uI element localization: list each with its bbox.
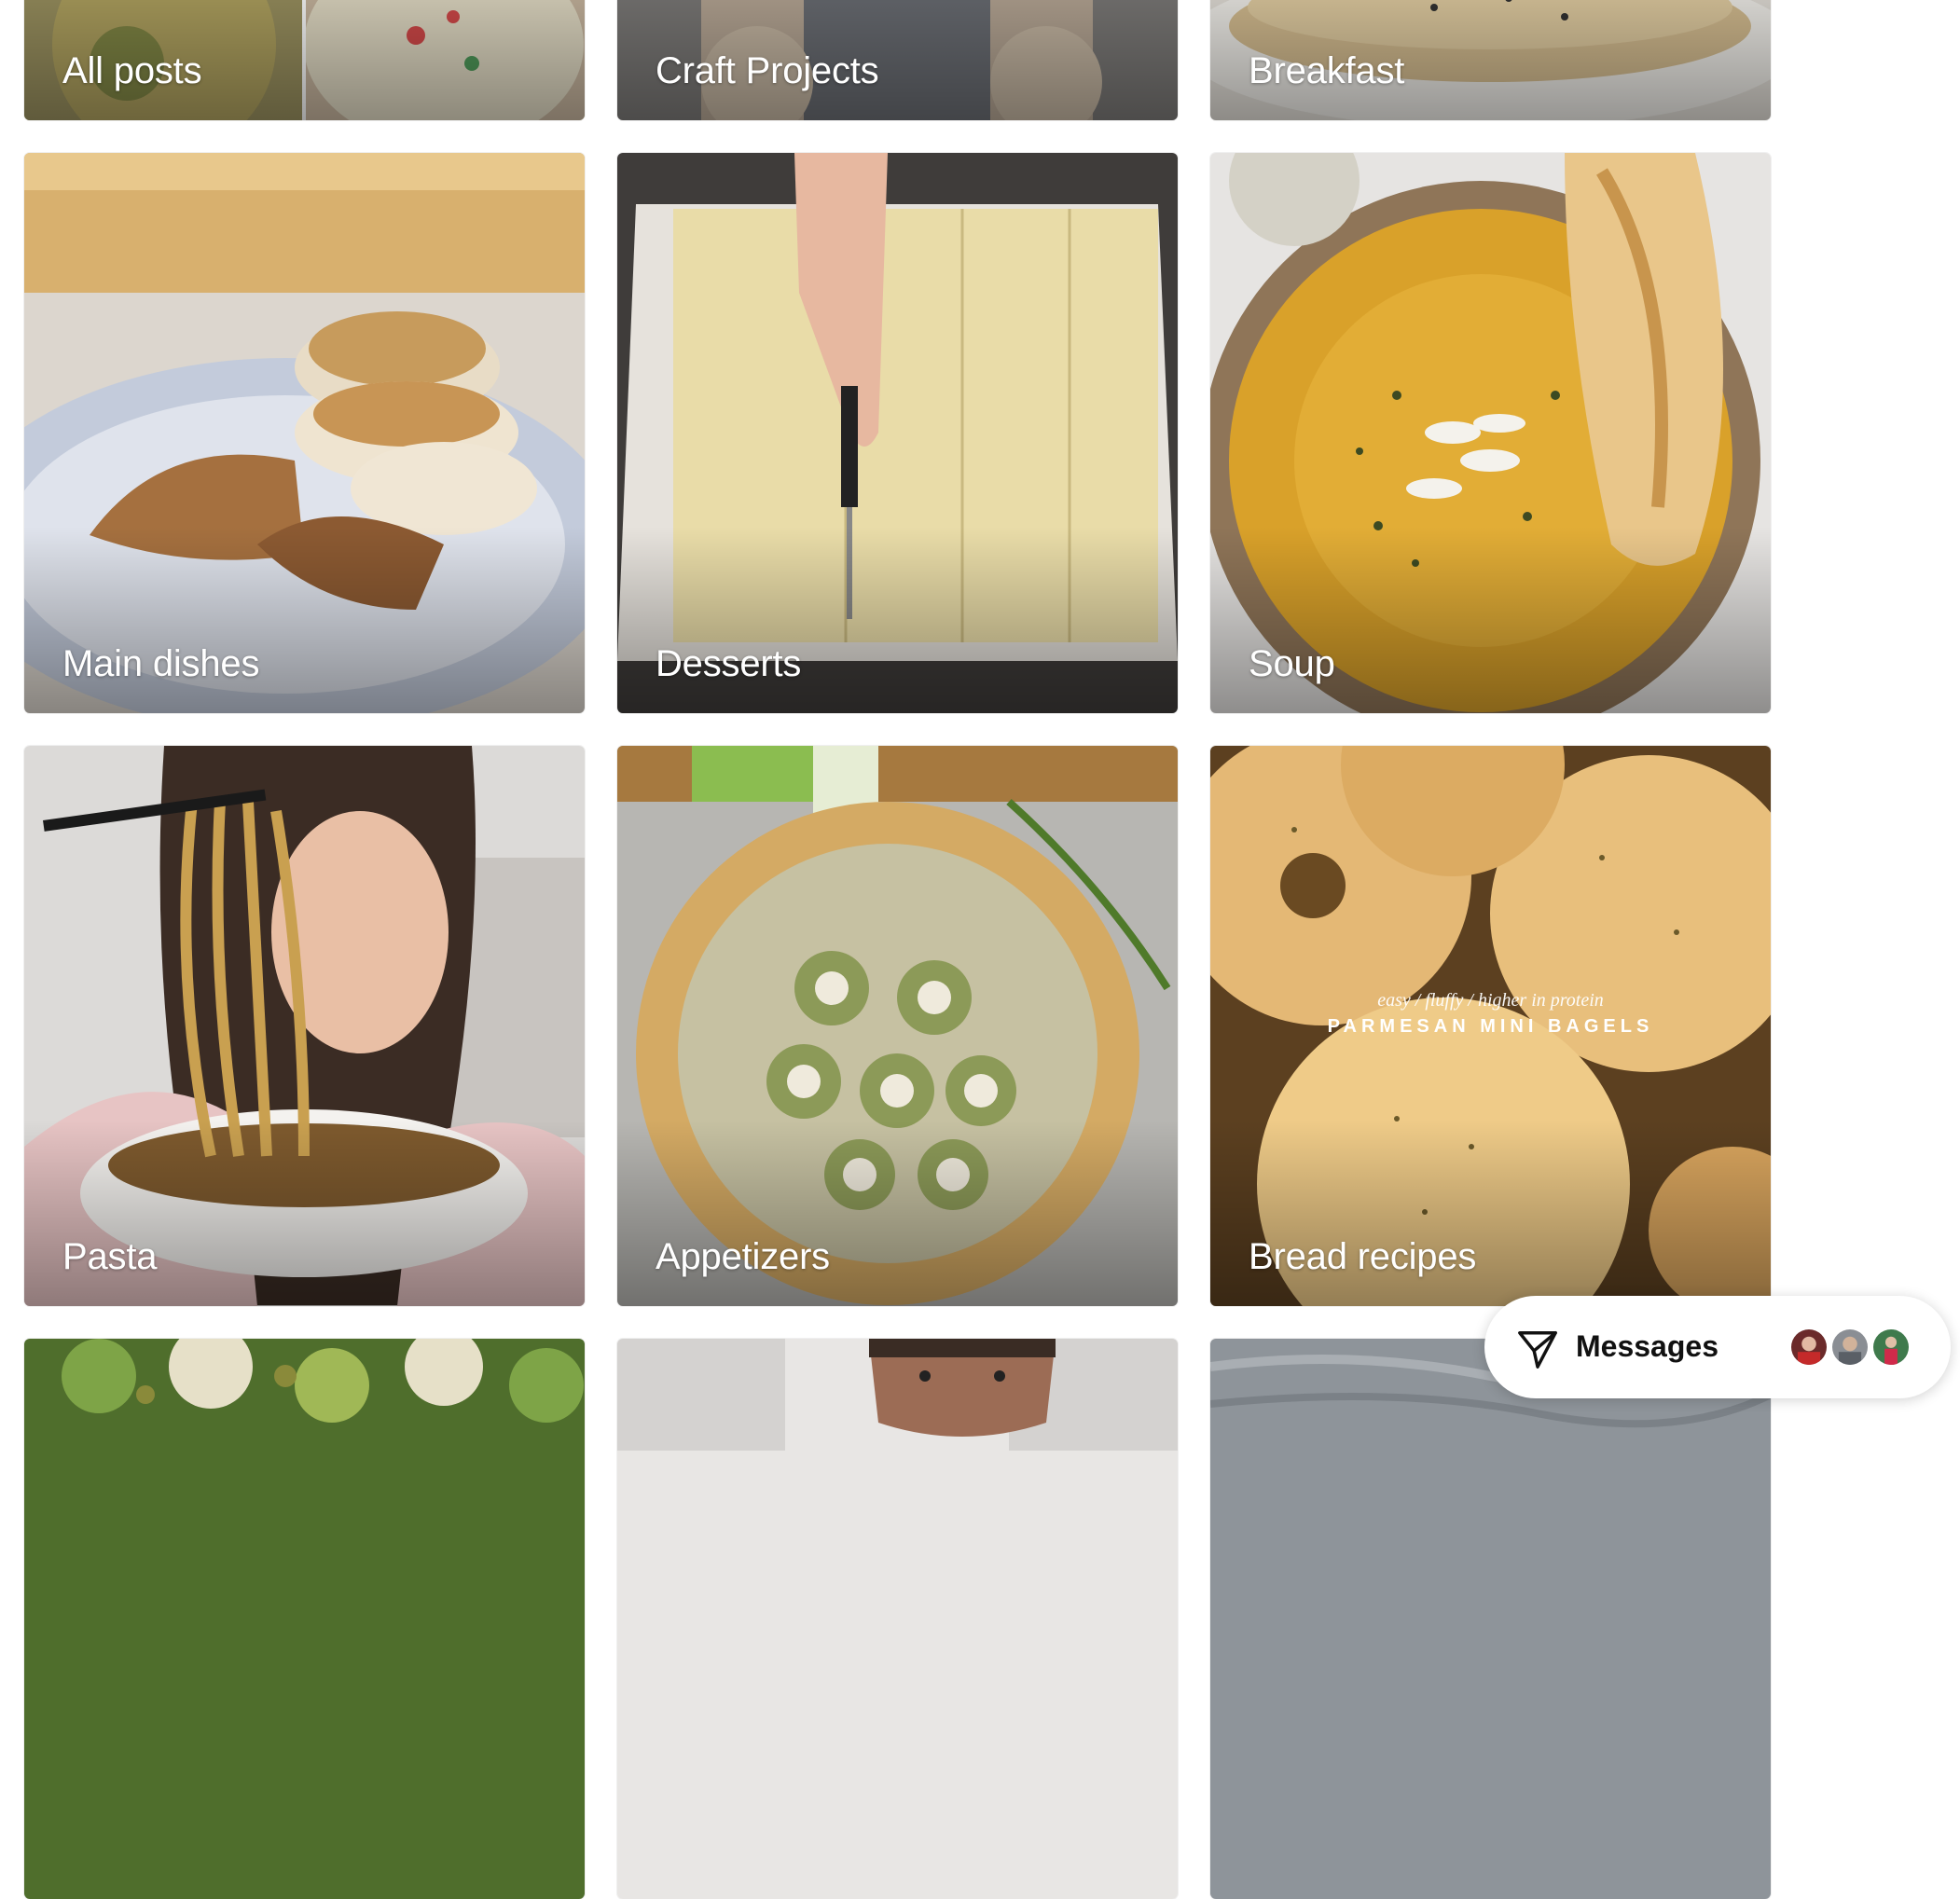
label-gradient [1210, 527, 1771, 713]
collection-label: Appetizers [656, 1236, 830, 1277]
collection-tile-main-dishes[interactable]: Main dishes [24, 153, 585, 713]
messages-pill[interactable]: Messages [1484, 1296, 1951, 1398]
label-gradient [1210, 1120, 1771, 1306]
collection-tile-pasta[interactable]: Pasta [24, 746, 585, 1306]
salad-thumbnail [24, 1339, 585, 1899]
collection-label: Craft Projects [656, 50, 879, 91]
avatar [1829, 1327, 1870, 1368]
collection-label: Pasta [62, 1236, 158, 1277]
collection-label: All posts [62, 50, 202, 91]
collection-tile-appetizers[interactable]: Appetizers [617, 746, 1178, 1306]
collections-grid: All posts Craft Projects Breakfast Main … [0, 0, 1960, 1899]
collection-tile-row4-2[interactable] [617, 1339, 1178, 1899]
collection-tile-row4-3[interactable] [1210, 1339, 1771, 1899]
collection-label: Main dishes [62, 643, 260, 684]
send-icon [1518, 1331, 1557, 1369]
person-thumbnail [617, 1339, 1178, 1899]
collection-tile-bread-recipes[interactable]: easy / fluffy / higher in protein PARMES… [1210, 746, 1771, 1306]
collection-tile-soup[interactable]: Soup [1210, 153, 1771, 713]
collection-label: Bread recipes [1249, 1236, 1477, 1277]
collection-tile-breakfast[interactable]: Breakfast [1210, 0, 1771, 120]
collection-label: Desserts [656, 643, 802, 684]
label-gradient [617, 527, 1178, 713]
collection-tile-all-posts[interactable]: All posts [24, 0, 585, 120]
collection-label: Soup [1249, 643, 1335, 684]
marble-thumbnail [1210, 1339, 1771, 1899]
collection-label: Breakfast [1249, 50, 1405, 91]
label-gradient [617, 1120, 1178, 1306]
collection-tile-desserts[interactable]: Desserts [617, 153, 1178, 713]
label-gradient [24, 527, 585, 713]
bagel-overlay-title: PARMESAN MINI BAGELS [1327, 1016, 1654, 1037]
messages-label: Messages [1576, 1329, 1718, 1363]
label-gradient [24, 1120, 585, 1306]
avatar [1788, 1327, 1829, 1368]
collection-tile-row4-1[interactable] [24, 1339, 585, 1899]
avatar [1870, 1327, 1912, 1368]
bagel-overlay-subtitle: easy / fluffy / higher in protein [1377, 990, 1604, 1011]
collection-tile-craft-projects[interactable]: Craft Projects [617, 0, 1178, 120]
